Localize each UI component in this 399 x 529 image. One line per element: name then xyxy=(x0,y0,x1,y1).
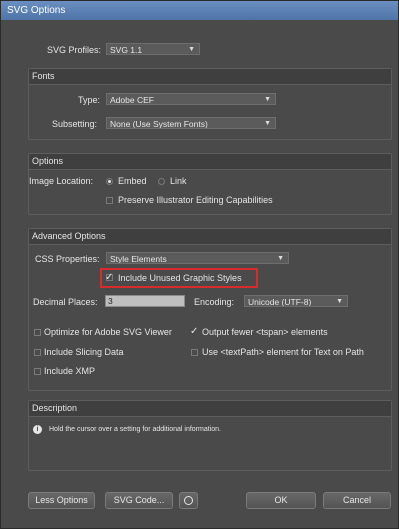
chevron-down-icon: ▼ xyxy=(277,255,284,262)
optimize-viewer-checkbox[interactable] xyxy=(34,329,41,336)
globe-icon xyxy=(184,496,193,505)
web-preview-button[interactable] xyxy=(179,492,198,509)
css-properties-dropdown[interactable]: Style Elements ▼ xyxy=(106,252,289,264)
description-section: Description xyxy=(28,400,392,471)
embed-radio[interactable] xyxy=(106,178,113,185)
checkmark-icon: ✓ xyxy=(105,272,114,283)
fonts-section-header: Fonts xyxy=(29,69,391,85)
options-section-header: Options xyxy=(29,154,391,170)
include-xmp-checkbox[interactable] xyxy=(34,368,41,375)
font-type-label: Type: xyxy=(78,95,101,105)
advanced-options-section-header: Advanced Options xyxy=(29,229,391,245)
info-icon: i xyxy=(33,425,42,434)
window-title: SVG Options xyxy=(1,1,398,20)
preserve-editing-label: Preserve Illustrator Editing Capabilitie… xyxy=(118,195,273,205)
svg-options-dialog: SVG Options SVG Profiles: SVG 1.1 ▼ Font… xyxy=(0,0,399,529)
font-type-dropdown[interactable]: Adobe CEF ▼ xyxy=(106,93,276,105)
include-unused-styles-label: Include Unused Graphic Styles xyxy=(118,273,242,283)
encoding-value: Unicode (UTF-8) xyxy=(248,297,312,307)
svg-profiles-label: SVG Profiles: xyxy=(47,45,102,55)
include-xmp-label: Include XMP xyxy=(44,366,96,376)
encoding-dropdown[interactable]: Unicode (UTF-8) ▼ xyxy=(244,295,348,307)
css-properties-value: Style Elements xyxy=(110,254,167,264)
embed-label: Embed xyxy=(118,176,147,186)
svg-profiles-dropdown[interactable]: SVG 1.1 ▼ xyxy=(106,43,200,55)
encoding-label: Encoding: xyxy=(194,297,235,307)
subsetting-dropdown[interactable]: None (Use System Fonts) ▼ xyxy=(106,117,276,129)
textpath-label: Use <textPath> element for Text on Path xyxy=(202,347,364,357)
subsetting-label: Subsetting: xyxy=(52,119,98,129)
subsetting-value: None (Use System Fonts) xyxy=(110,119,208,129)
description-section-header: Description xyxy=(29,401,391,417)
preserve-editing-checkbox[interactable] xyxy=(106,197,113,204)
optimize-viewer-label: Optimize for Adobe SVG Viewer xyxy=(44,327,172,337)
link-radio[interactable] xyxy=(158,178,165,185)
chevron-down-icon: ▼ xyxy=(264,96,271,103)
include-slicing-checkbox[interactable] xyxy=(34,349,41,356)
font-type-value: Adobe CEF xyxy=(110,95,154,105)
description-text: Hold the cursor over a setting for addit… xyxy=(49,426,221,433)
css-properties-label: CSS Properties: xyxy=(35,254,100,264)
ok-button[interactable]: OK xyxy=(246,492,316,509)
svg-profiles-value: SVG 1.1 xyxy=(110,45,143,55)
svg-code-button[interactable]: SVG Code... xyxy=(105,492,173,509)
less-options-button[interactable]: Less Options xyxy=(28,492,95,509)
chevron-down-icon: ▼ xyxy=(336,298,343,305)
include-slicing-label: Include Slicing Data xyxy=(44,347,124,357)
image-location-label: Image Location: xyxy=(29,176,94,186)
link-label: Link xyxy=(170,176,187,186)
fewer-tspan-label[interactable]: Output fewer <tspan> elements xyxy=(202,327,328,337)
decimal-places-label: Decimal Places: xyxy=(33,297,98,307)
decimal-places-input[interactable]: 3 xyxy=(105,295,185,307)
chevron-down-icon: ▼ xyxy=(188,46,195,53)
checkmark-icon: ✓ xyxy=(190,326,199,337)
textpath-checkbox[interactable] xyxy=(191,349,198,356)
chevron-down-icon: ▼ xyxy=(264,120,271,127)
cancel-button[interactable]: Cancel xyxy=(323,492,391,509)
